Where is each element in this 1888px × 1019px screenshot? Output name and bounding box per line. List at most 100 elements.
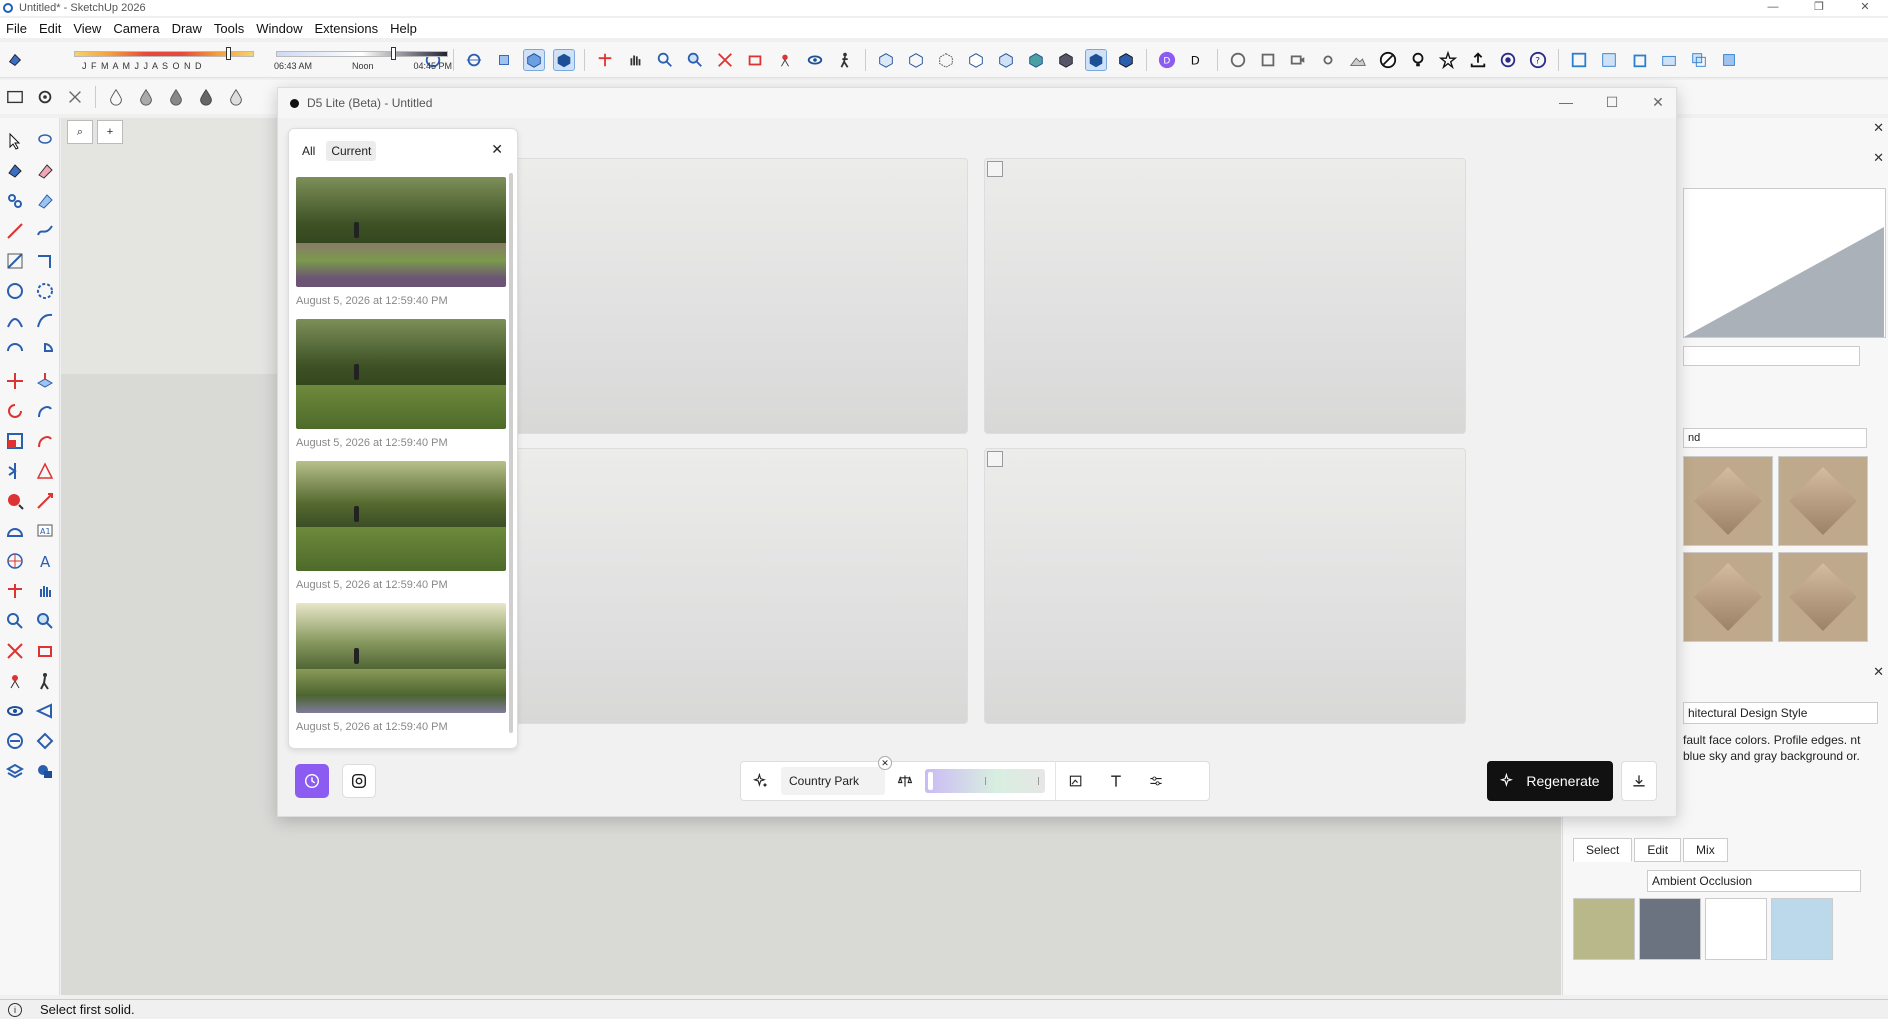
result-image-3[interactable] bbox=[486, 448, 968, 724]
solid-tools-icon[interactable] bbox=[34, 730, 56, 752]
zoom-extents-lt-icon[interactable] bbox=[4, 640, 26, 662]
style-swatch[interactable] bbox=[1771, 898, 1833, 960]
layers-icon[interactable] bbox=[4, 760, 26, 782]
3d-text-icon[interactable]: A bbox=[34, 550, 56, 572]
material-swatch[interactable] bbox=[1778, 552, 1868, 642]
view-iso-icon[interactable] bbox=[523, 48, 545, 71]
image-add-icon[interactable] bbox=[1065, 770, 1087, 792]
tape-measure-icon[interactable] bbox=[4, 490, 26, 512]
result-image-2[interactable] bbox=[984, 158, 1466, 434]
style-swatch[interactable] bbox=[1705, 898, 1767, 960]
extension-rotate-icon[interactable] bbox=[1257, 49, 1279, 71]
history-thumbnail[interactable] bbox=[296, 461, 506, 571]
axes-icon[interactable] bbox=[4, 550, 26, 572]
arc-icon[interactable] bbox=[4, 310, 26, 332]
d5-minimize-button[interactable]: — bbox=[1554, 94, 1578, 111]
settings-icon[interactable] bbox=[1497, 49, 1519, 71]
dynamic-component-icon[interactable] bbox=[1688, 49, 1710, 71]
menu-window[interactable]: Window bbox=[250, 21, 308, 36]
zoom-icon[interactable] bbox=[654, 49, 676, 71]
hidden-line-icon[interactable] bbox=[965, 49, 987, 71]
shaded-textures-icon[interactable] bbox=[1025, 49, 1047, 71]
eraser-blue-icon[interactable] bbox=[34, 190, 56, 212]
drop-full-icon[interactable] bbox=[195, 86, 217, 108]
arc-3pt-icon[interactable] bbox=[4, 340, 26, 362]
freehand-icon[interactable] bbox=[34, 220, 56, 242]
dimension-icon[interactable] bbox=[34, 490, 56, 512]
protractor-icon[interactable] bbox=[4, 520, 26, 542]
select-arrow-icon[interactable] bbox=[4, 130, 26, 152]
previous-view-icon[interactable] bbox=[744, 49, 766, 71]
d5-sync-icon[interactable]: D bbox=[1186, 49, 1208, 71]
component-icon[interactable] bbox=[1568, 49, 1590, 71]
material-swatch[interactable] bbox=[1778, 456, 1868, 546]
select-rect-icon[interactable] bbox=[4, 86, 26, 108]
style-swatch[interactable] bbox=[1639, 898, 1701, 960]
generate-report-icon[interactable] bbox=[1658, 49, 1680, 71]
material-category-dropdown[interactable]: nd bbox=[1683, 428, 1867, 448]
instagram-button[interactable] bbox=[342, 764, 376, 798]
move-icon[interactable] bbox=[4, 370, 26, 392]
strength-slider[interactable] bbox=[925, 769, 1045, 793]
history-thumbnail[interactable] bbox=[296, 319, 506, 429]
style-name-field[interactable]: hitectural Design Style bbox=[1683, 702, 1878, 724]
camera-position-icon[interactable] bbox=[4, 670, 26, 692]
drop-striped-icon[interactable] bbox=[225, 86, 247, 108]
d5-maximize-button[interactable]: ☐ bbox=[1600, 94, 1624, 111]
view-top-icon[interactable] bbox=[553, 48, 575, 71]
rotate-icon[interactable] bbox=[4, 400, 26, 422]
history-close-icon[interactable]: ✕ bbox=[491, 141, 503, 158]
add-icon[interactable]: + bbox=[97, 120, 123, 144]
pan-icon[interactable] bbox=[493, 49, 515, 71]
section-plane-icon[interactable] bbox=[594, 49, 616, 71]
style-dark-icon[interactable] bbox=[1115, 49, 1137, 71]
tag-icon[interactable] bbox=[4, 190, 26, 212]
zoom-window-lt-icon[interactable] bbox=[34, 610, 56, 632]
tray-close-icon[interactable]: ✕ bbox=[1873, 120, 1884, 136]
prompt-remove-icon[interactable]: ✕ bbox=[878, 756, 892, 770]
history-item[interactable]: August 5, 2026 at 12:59:40 PM bbox=[296, 177, 506, 307]
interact-icon[interactable] bbox=[1718, 49, 1740, 71]
material-swatch[interactable] bbox=[1683, 456, 1773, 546]
history-item[interactable]: August 5, 2026 at 12:59:40 PM bbox=[296, 319, 506, 449]
style-collection-dropdown[interactable]: Ambient Occlusion bbox=[1647, 870, 1861, 892]
shaded-icon[interactable] bbox=[995, 49, 1017, 71]
xray-icon[interactable] bbox=[875, 49, 897, 71]
delete-icon[interactable] bbox=[64, 86, 86, 108]
scene-light-icon[interactable] bbox=[1317, 49, 1339, 71]
pan-hand-icon[interactable] bbox=[34, 580, 56, 602]
triangle-icon[interactable] bbox=[34, 460, 56, 482]
tab-current[interactable]: Current bbox=[326, 141, 377, 161]
menu-extensions[interactable]: Extensions bbox=[309, 21, 385, 36]
sliders-icon[interactable] bbox=[1145, 770, 1167, 792]
drop-outline-icon[interactable] bbox=[105, 86, 127, 108]
restore-button[interactable]: ❐ bbox=[1796, 0, 1842, 16]
circle-icon[interactable] bbox=[4, 280, 26, 302]
rotated-rect-icon[interactable] bbox=[34, 250, 56, 272]
extension-refresh-icon[interactable] bbox=[1227, 49, 1249, 71]
menu-edit[interactable]: Edit bbox=[33, 21, 67, 36]
section-display-icon[interactable] bbox=[34, 700, 56, 722]
history-scrollbar[interactable] bbox=[509, 173, 513, 733]
tab-mix[interactable]: Mix bbox=[1683, 838, 1728, 862]
position-camera-icon[interactable] bbox=[774, 49, 796, 71]
menu-draw[interactable]: Draw bbox=[166, 21, 208, 36]
push-pull-icon[interactable] bbox=[34, 370, 56, 392]
monochrome-icon[interactable] bbox=[1055, 49, 1077, 71]
lasso-icon[interactable] bbox=[34, 130, 56, 152]
balance-icon[interactable] bbox=[894, 770, 916, 792]
style-active-icon[interactable] bbox=[1085, 48, 1107, 71]
bulb-icon[interactable] bbox=[1407, 49, 1429, 71]
menu-view[interactable]: View bbox=[67, 21, 107, 36]
rectangle-icon[interactable] bbox=[4, 250, 26, 272]
look-around-lt-icon[interactable] bbox=[4, 700, 26, 722]
style-swatch[interactable] bbox=[1573, 898, 1635, 960]
paint-bucket-icon[interactable] bbox=[4, 49, 26, 71]
help-icon[interactable]: ? bbox=[1527, 49, 1549, 71]
menu-file[interactable]: File bbox=[0, 21, 33, 36]
d5-logo-icon[interactable]: D bbox=[1156, 49, 1178, 71]
text-icon[interactable] bbox=[1105, 770, 1127, 792]
line-icon[interactable] bbox=[4, 220, 26, 242]
style-description[interactable]: fault face colors. Profile edges. nt blu… bbox=[1683, 732, 1878, 792]
eraser-icon[interactable] bbox=[34, 160, 56, 182]
